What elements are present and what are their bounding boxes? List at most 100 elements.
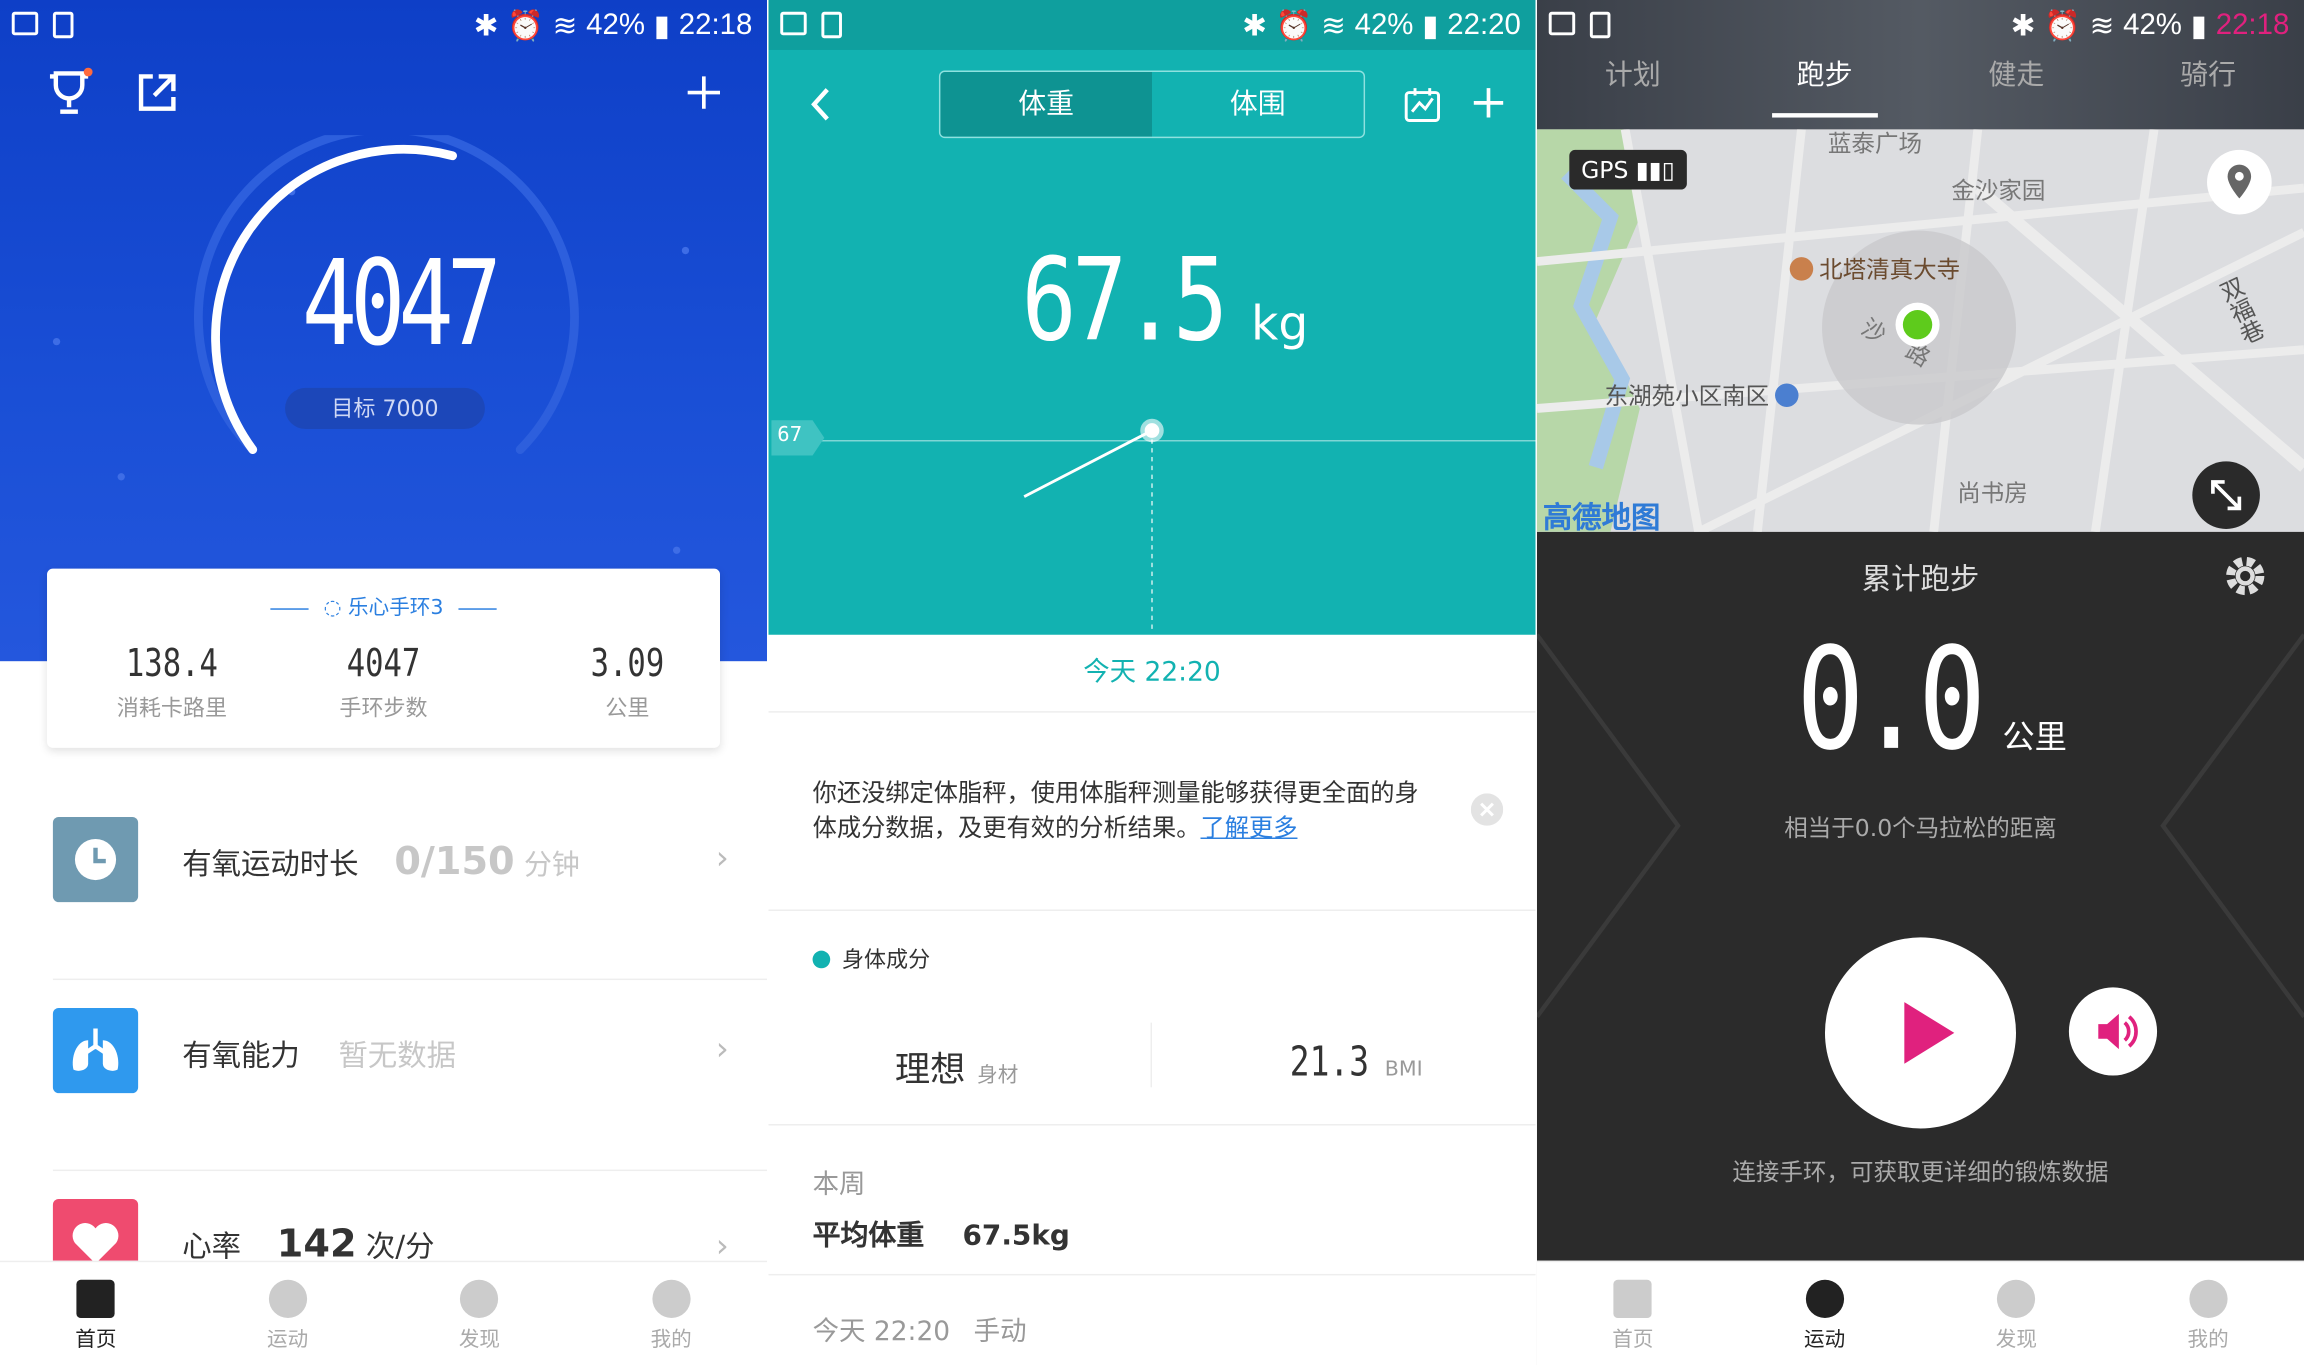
battery-icon: ▮ (653, 10, 670, 43)
weight-value: 67.5 (1020, 235, 1228, 368)
wifi-icon: ≋ (2089, 10, 2115, 43)
band-icon: ◌ (323, 596, 349, 621)
alarm-icon: ⏰ (507, 10, 544, 43)
nav-discover[interactable]: 发现 (1920, 1262, 2112, 1365)
bluetooth-icon: ✱ (2010, 10, 2036, 43)
run-screen: ✱ ⏰ ≋ 42% ▮ 22:18 计划 跑步 健走 骑行 蓝泰广场 金沙家园 … (1536, 0, 2304, 1365)
distance-display: 0.0 公里 (1537, 617, 2304, 782)
battery-text: 42% (1354, 8, 1414, 42)
nav-home[interactable]: 首页 (0, 1262, 192, 1365)
home-icon (1613, 1279, 1652, 1318)
nav-sport[interactable]: 运动 (192, 1262, 384, 1365)
start-button[interactable] (1824, 937, 2017, 1129)
tab-ride[interactable]: 骑行 (2112, 53, 2304, 118)
wifi-icon: ≋ (552, 10, 578, 43)
locate-icon[interactable] (2207, 149, 2272, 215)
bmi: 21.3 BMI (1289, 1037, 1423, 1086)
time-text: 22:18 (2215, 8, 2290, 42)
chevron-right-icon: › (715, 1228, 729, 1266)
weight-display: 67.5 kg (768, 235, 1535, 367)
app-icon (780, 11, 807, 36)
chevron-right-icon: › (715, 840, 729, 878)
notification-icon (821, 11, 842, 39)
expand-icon[interactable] (2192, 461, 2260, 529)
bottom-nav: 首页 运动 发现 我的 (1536, 1260, 2304, 1365)
date-label: 今天 22:20 (768, 635, 1536, 713)
add-icon[interactable] (1471, 85, 1506, 120)
share-icon[interactable] (135, 71, 179, 115)
voice-button[interactable] (2068, 987, 2158, 1076)
weight-chart (771, 418, 1536, 629)
weight-unit: kg (1251, 295, 1309, 352)
tab-walk[interactable]: 健走 (1920, 53, 2112, 118)
week-label: 本周 (812, 1169, 866, 1201)
learn-more-link[interactable]: 了解更多 (1200, 814, 1297, 842)
summary-card[interactable]: ◌ 乐心手环3 138.4 消耗卡路里 4047 手环步数 3.09 公里 (47, 568, 721, 748)
weight-tabs: 体重 体围 (938, 70, 1366, 139)
compass-icon (460, 1279, 499, 1318)
nav-discover[interactable]: 发现 (384, 1262, 576, 1365)
bluetooth-icon: ✱ (473, 10, 499, 43)
axis-label: 67 (777, 423, 803, 447)
play-icon (1904, 1002, 1955, 1064)
step-goal: 目标 7000 (285, 387, 485, 430)
tab-girth[interactable]: 体围 (1152, 72, 1364, 137)
bluetooth-icon: ✱ (1242, 10, 1267, 43)
gallery-icon (1548, 11, 1576, 36)
notification-icon (52, 11, 74, 39)
person-icon (652, 1279, 691, 1318)
band-steps-stat: 4047 手环步数 (339, 642, 428, 722)
gps-badge: GPS ▮▮▯ (1569, 149, 1687, 190)
list-item-aerobic-time[interactable]: 有氧运动时长 0/150 分钟 › (52, 788, 768, 981)
bottom-nav: 首页 运动 发现 我的 (0, 1260, 768, 1365)
connect-hint: 连接手环，可获取更详细的锻炼数据 (1732, 1157, 2109, 1186)
close-icon[interactable] (1470, 793, 1504, 826)
nav-me[interactable]: 我的 (575, 1262, 767, 1365)
nav-sport[interactable]: 运动 (1729, 1262, 1921, 1365)
battery-icon: ▮ (1422, 10, 1439, 43)
chart-icon[interactable] (1403, 85, 1441, 123)
distance-unit: 公里 (2002, 719, 2067, 757)
mosque-icon (1789, 257, 1814, 281)
sport-tabs: 计划 跑步 健走 骑行 (1537, 53, 2304, 118)
distance-value: 0.0 (1796, 617, 1987, 782)
speaker-icon (2098, 1013, 2138, 1050)
step-count: 4047 (301, 235, 502, 372)
gear-icon[interactable] (2222, 552, 2269, 599)
add-icon[interactable] (685, 73, 723, 111)
divider (768, 1123, 1536, 1126)
divider (768, 1272, 1536, 1276)
tab-run[interactable]: 跑步 (1729, 53, 1921, 118)
wifi-icon: ≋ (1321, 10, 1346, 43)
tab-plan[interactable]: 计划 (1537, 53, 1729, 118)
calories-stat: 138.4 消耗卡路里 (116, 642, 228, 722)
map-view[interactable]: 蓝泰广场 金沙家园 北塔清真大寺 东湖苑小区南区 尚书房 双福巷 沙 路 GPS… (1536, 129, 2304, 532)
home-icon (76, 1279, 115, 1318)
nav-me[interactable]: 我的 (2112, 1262, 2304, 1365)
building-icon (1775, 383, 1799, 408)
back-icon[interactable] (807, 85, 836, 123)
tab-indicator (1771, 113, 1878, 118)
weight-screen: ✱ ⏰ ≋ 42% ▮ 22:20 体重 体围 67.5 kg 67 今天 22:… (768, 0, 1536, 1365)
avg-weight: 平均体重 67.5kg (812, 1219, 1070, 1252)
list-item-aerobic-capacity[interactable]: 有氧能力 暂无数据 › (52, 979, 768, 1172)
notification-icon (1589, 11, 1611, 39)
scale-notice: 你还没绑定体脂秤，使用体脂秤测量能够获得更全面的身体成分数据，及更有效的分析结果… (812, 778, 1419, 842)
info-icon (812, 950, 831, 969)
battery-text: 42% (2123, 8, 2182, 42)
signal-icon: ▮▮▯ (1635, 155, 1675, 184)
section-title: 身体成分 (812, 943, 930, 974)
record-row[interactable]: 今天 22:20 手动 (813, 1311, 1027, 1349)
nav-home[interactable]: 首页 (1537, 1262, 1729, 1365)
status-bar: ✱ ⏰ ≋ 42% ▮ 22:20 (768, 0, 1536, 50)
device-tag[interactable]: ◌ 乐心手环3 (47, 592, 720, 621)
distance-stat: 3.09 公里 (590, 642, 665, 722)
status-bar: ✱ ⏰ ≋ 42% ▮ 22:18 (1537, 0, 2304, 50)
gallery-icon (11, 11, 39, 36)
chevron-right-icon: › (715, 1031, 729, 1069)
trophy-icon[interactable] (44, 67, 94, 118)
time-text: 22:20 (1447, 8, 1521, 42)
shoe-icon (1805, 1279, 1844, 1318)
tab-weight[interactable]: 体重 (940, 71, 1153, 137)
run-title: 累计跑步 (1861, 561, 1980, 597)
